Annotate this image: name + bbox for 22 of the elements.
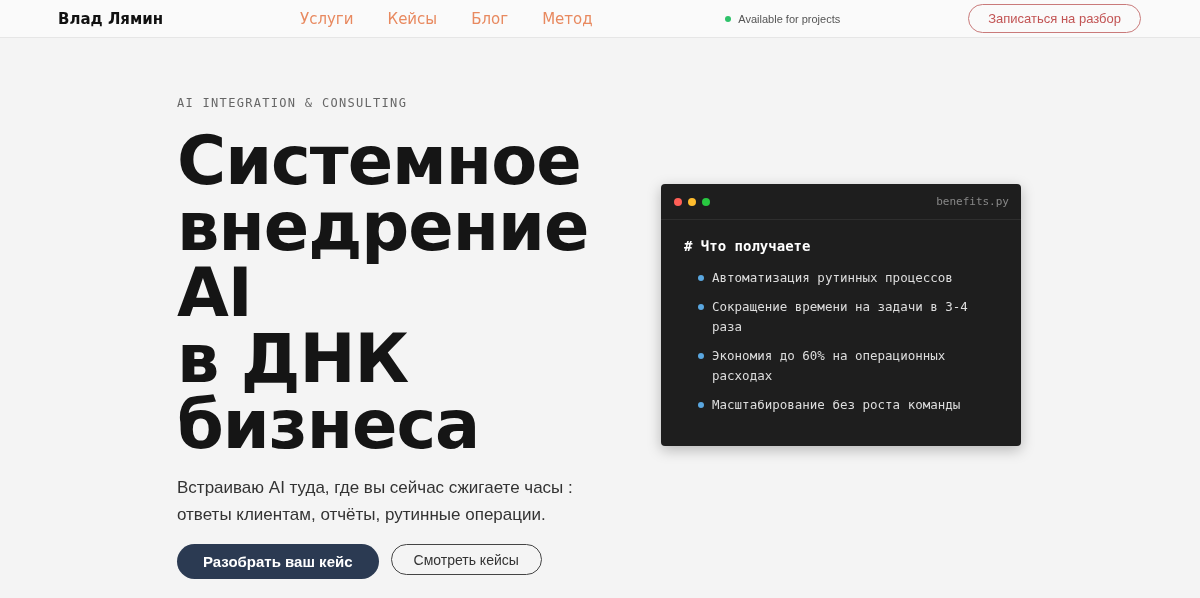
- nav-link[interactable]: Услуги: [300, 9, 354, 28]
- nav-link[interactable]: Кейсы: [387, 9, 438, 28]
- hero-lead: Встраиваю AI туда, где вы сейчас сжигаете часы : ответы клиентам, отчёты, рутинные операции.: [177, 477, 574, 526]
- cta-button[interactable]: Разобрать ваш кейс: [177, 544, 379, 579]
- benefit-text: Экономия до 60% на операционных расходах: [712, 347, 947, 385]
- nav-link[interactable]: Блог: [471, 9, 509, 28]
- benefit-text: Сокращение времени на задачи в 3-4 раза: [712, 298, 969, 336]
- code-comment: # Что получаете: [684, 238, 812, 254]
- bullet-icon: [698, 353, 704, 359]
- bullet-icon: [698, 402, 704, 408]
- bullet-icon: [698, 275, 704, 281]
- logo[interactable]: Влад Лямин: [58, 9, 300, 28]
- benefit-text: Автоматизация рутинных процессов: [712, 269, 953, 287]
- benefit-text: Масштабирование без роста команды: [712, 396, 961, 414]
- nav-link[interactable]: Метод: [542, 9, 593, 28]
- window-controls-icon: [673, 196, 711, 207]
- file-name: benefits.py: [936, 195, 1009, 208]
- eyebrow-text: AI INTEGRATION & CONSULTING: [177, 96, 409, 110]
- status-text: Available for projects: [738, 12, 841, 25]
- bullet-icon: [698, 304, 704, 310]
- status-dot: [725, 15, 732, 22]
- hero-heading: Системное внедрение AI в ДНК бизнеса: [177, 128, 590, 458]
